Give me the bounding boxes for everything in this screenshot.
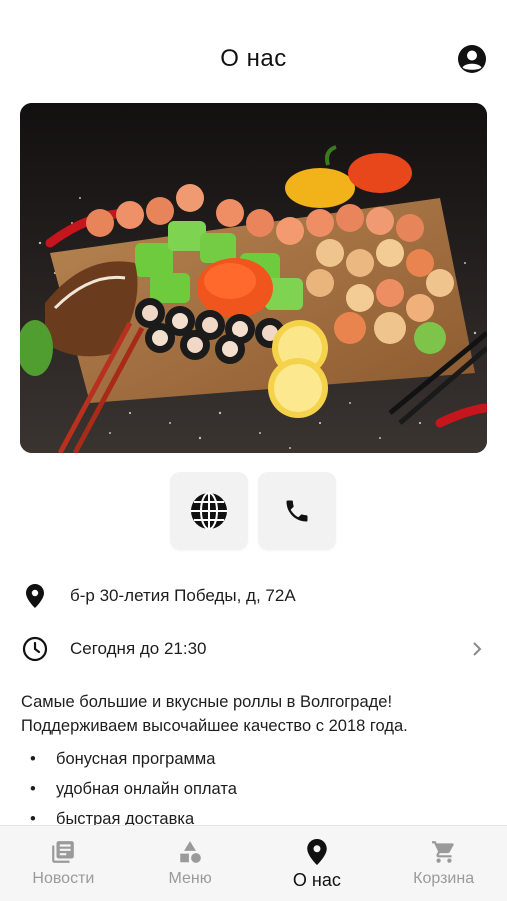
news-icon — [49, 838, 77, 866]
tab-cart[interactable]: Корзина — [380, 826, 507, 901]
website-button[interactable] — [170, 472, 248, 550]
account-circle-icon[interactable] — [457, 44, 487, 74]
shapes-icon — [176, 838, 204, 866]
feature-text: бонусная программа — [56, 750, 216, 768]
phone-icon — [286, 500, 308, 522]
hero-image — [20, 103, 487, 453]
tab-label: Новости — [32, 870, 95, 887]
app-header: О нас — [0, 0, 507, 100]
cart-icon — [430, 838, 458, 866]
contact-actions — [170, 472, 340, 552]
page-title: О нас — [220, 45, 287, 72]
feature-text: удобная онлайн оплата — [56, 780, 237, 798]
address-row[interactable]: б-р 30-летия Победы, д, 72А — [0, 574, 507, 618]
address-text: б-р 30-летия Победы, д, 72А — [70, 586, 296, 605]
location-pin-icon — [22, 583, 48, 609]
location-pin-icon — [303, 838, 331, 866]
call-button[interactable] — [258, 472, 336, 550]
chevron-right-icon — [471, 641, 483, 657]
tab-news[interactable]: Новости — [0, 826, 127, 901]
tab-about[interactable]: О нас — [254, 826, 381, 901]
clock-icon — [22, 636, 48, 662]
tab-label: Меню — [168, 870, 212, 887]
list-item: • бонусная программа — [30, 744, 490, 774]
hours-text: Сегодня до 21:30 — [70, 639, 207, 658]
about-description: Самые большие и вкусные роллы в Волгогра… — [21, 693, 408, 735]
features-list: • бонусная программа • удобная онлайн опла… — [30, 744, 490, 834]
hours-row[interactable]: Сегодня до 21:30 — [0, 627, 507, 671]
tab-label: О нас — [292, 870, 341, 890]
bottom-tab-bar: Новости Меню О нас Корзина — [0, 825, 507, 901]
tab-label: Корзина — [413, 870, 475, 887]
bullet-marker: • — [30, 750, 36, 768]
globe-icon — [191, 492, 227, 530]
tab-menu[interactable]: Меню — [127, 826, 254, 901]
sushi-platter-photo — [20, 103, 487, 453]
list-item: • удобная онлайн оплата — [30, 774, 490, 804]
bullet-marker: • — [30, 780, 36, 798]
